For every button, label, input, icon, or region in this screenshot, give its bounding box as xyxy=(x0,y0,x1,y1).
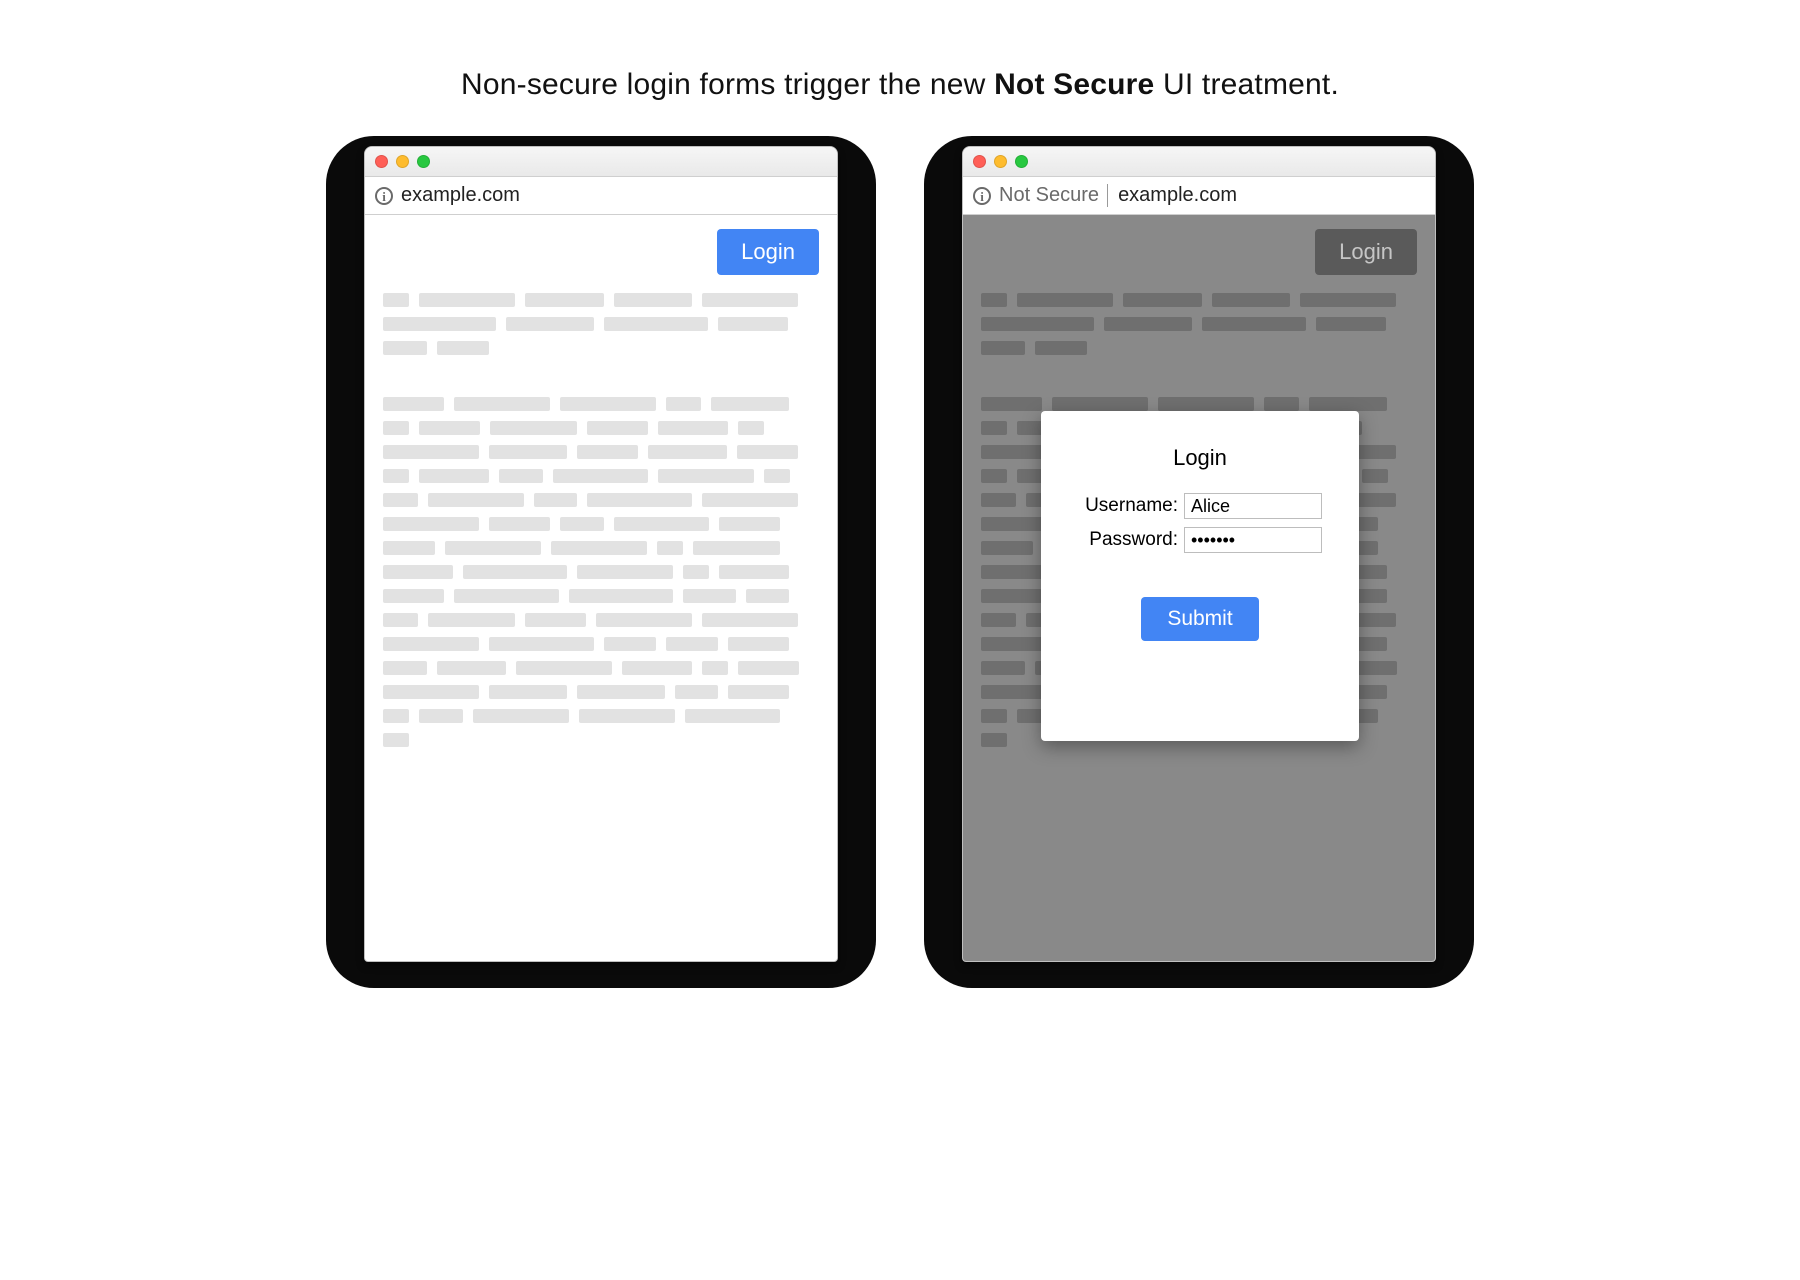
minimize-icon[interactable] xyxy=(396,155,409,168)
caption-emphasis: Not Secure xyxy=(994,68,1154,101)
not-secure-badge: Not Secure xyxy=(999,184,1108,207)
username-label: Username: xyxy=(1078,495,1178,517)
zoom-icon[interactable] xyxy=(417,155,430,168)
login-modal: Login Username: Password: Submit xyxy=(1041,411,1359,741)
url-text: example.com xyxy=(1118,184,1237,207)
password-label: Password: xyxy=(1078,529,1178,551)
url-text: example.com xyxy=(401,184,520,207)
login-button[interactable]: Login xyxy=(717,229,819,275)
close-icon[interactable] xyxy=(375,155,388,168)
caption: Non-secure login forms trigger the new N… xyxy=(248,68,1552,102)
site-info-icon[interactable] xyxy=(973,187,991,205)
zoom-icon[interactable] xyxy=(1015,155,1028,168)
titlebar xyxy=(963,147,1435,177)
traffic-lights xyxy=(973,155,1028,168)
modal-title: Login xyxy=(1063,445,1337,471)
submit-button[interactable]: Submit xyxy=(1141,597,1258,641)
caption-prefix: Non-secure login forms trigger the new xyxy=(461,68,994,101)
page-viewport-dimmed: Login xyxy=(963,215,1435,961)
address-bar[interactable]: Not Secure example.com xyxy=(963,177,1435,215)
content-placeholder xyxy=(383,293,819,747)
titlebar xyxy=(365,147,837,177)
page-viewport: Login xyxy=(365,215,837,961)
password-input[interactable] xyxy=(1184,527,1322,553)
username-input[interactable] xyxy=(1184,493,1322,519)
traffic-lights xyxy=(375,155,430,168)
login-button[interactable]: Login xyxy=(1315,229,1417,275)
minimize-icon[interactable] xyxy=(994,155,1007,168)
caption-suffix: UI treatment. xyxy=(1154,68,1339,101)
site-info-icon[interactable] xyxy=(375,187,393,205)
browser-window-after: Not Secure example.com Login xyxy=(962,146,1436,962)
address-bar[interactable]: example.com xyxy=(365,177,837,215)
close-icon[interactable] xyxy=(973,155,986,168)
browser-window-before: example.com Login xyxy=(364,146,838,962)
